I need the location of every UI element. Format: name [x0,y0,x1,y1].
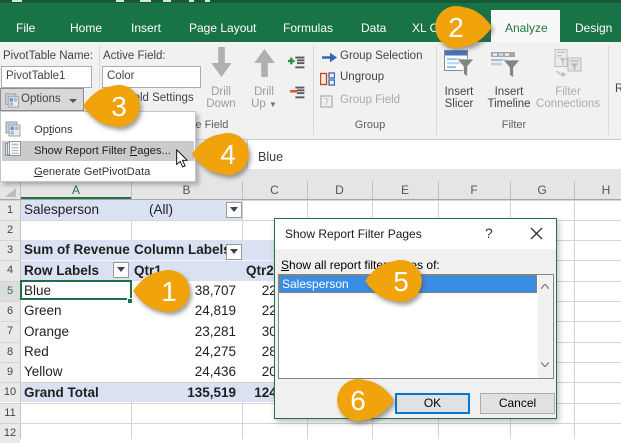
svg-text:6: 6 [350,385,366,416]
svg-text:1: 1 [161,276,177,307]
svg-text:5: 5 [393,266,409,297]
svg-text:7: 7 [324,97,329,107]
svg-text:2: 2 [448,12,464,43]
svg-text:4: 4 [220,139,236,170]
svg-text:3: 3 [111,91,127,122]
